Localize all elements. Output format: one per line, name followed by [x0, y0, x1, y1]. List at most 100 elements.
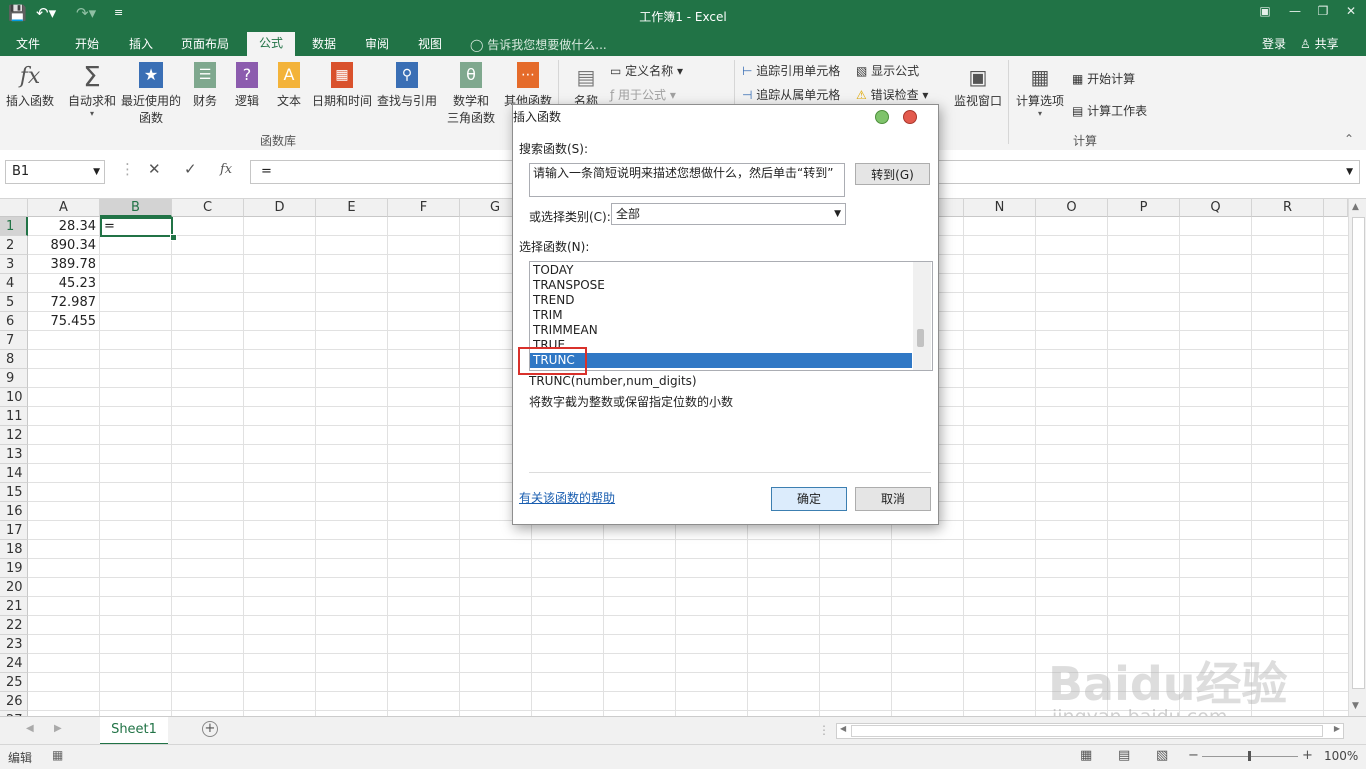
datetime-button[interactable]: ▦ 日期和时间: [311, 62, 373, 109]
row-header[interactable]: 1: [0, 217, 28, 236]
row-header[interactable]: 15: [0, 483, 28, 502]
tell-me-box[interactable]: ◯ 告诉我您想要做什么...: [470, 36, 607, 53]
insert-function-button[interactable]: fx 插入函数: [4, 62, 56, 109]
column-header-b[interactable]: B: [100, 199, 172, 217]
cell-a4[interactable]: 45.23: [28, 274, 98, 293]
horizontal-scrollbar[interactable]: ◀ ▶: [836, 723, 1344, 739]
tab-splitter[interactable]: ⋮: [818, 723, 830, 737]
column-header-f[interactable]: F: [388, 199, 460, 217]
row-header[interactable]: 10: [0, 388, 28, 407]
watch-window-button[interactable]: ▣ 监视窗口: [952, 62, 1004, 109]
calc-options-button[interactable]: ▦ 计算选项 ▾: [1014, 62, 1066, 118]
row-header[interactable]: 19: [0, 559, 28, 578]
category-select[interactable]: 全部 ▼: [611, 203, 846, 225]
trace-precedents-button[interactable]: ⊢ 追踪引用单元格: [742, 62, 840, 79]
lookup-button[interactable]: ⚲ 查找与引用: [376, 62, 438, 109]
macro-record-icon[interactable]: ▦: [52, 748, 63, 762]
collapse-ribbon-icon[interactable]: ⌃: [1344, 132, 1354, 146]
scroll-right-icon[interactable]: ▶: [1334, 724, 1340, 733]
scroll-up-icon[interactable]: ▲: [1352, 202, 1359, 212]
zoom-level[interactable]: 100%: [1324, 749, 1358, 763]
next-sheet-icon[interactable]: ▶: [54, 723, 62, 734]
prev-sheet-icon[interactable]: ◀: [26, 723, 34, 734]
tab-home[interactable]: 开始: [75, 35, 99, 52]
row-header[interactable]: 4: [0, 274, 28, 293]
name-manager-button[interactable]: ▤ 名称: [566, 62, 606, 109]
row-header[interactable]: 26: [0, 692, 28, 711]
cancel-button[interactable]: 取消: [855, 487, 931, 511]
autosum-button[interactable]: Σ 自动求和 ▾: [66, 62, 118, 119]
confirm-entry-icon[interactable]: ✓: [184, 160, 197, 178]
ok-button[interactable]: 确定: [771, 487, 847, 511]
function-item[interactable]: TREND: [533, 293, 574, 308]
add-sheet-icon[interactable]: +: [202, 721, 218, 737]
row-header[interactable]: 14: [0, 464, 28, 483]
share-button[interactable]: ♙ 共享: [1300, 35, 1339, 52]
login-link[interactable]: 登录: [1262, 35, 1286, 52]
fx-icon[interactable]: fx: [220, 162, 232, 177]
hscroll-thumb[interactable]: [851, 725, 1323, 737]
normal-view-icon[interactable]: ▦: [1080, 748, 1092, 763]
column-header-p[interactable]: P: [1108, 199, 1180, 217]
financial-button[interactable]: ☰ 财务: [189, 62, 221, 109]
column-header-a[interactable]: A: [28, 199, 100, 217]
function-list[interactable]: TODAY TRANSPOSE TREND TRIM TRIMMEAN TRUE…: [529, 261, 933, 371]
tab-formulas[interactable]: 公式: [247, 32, 296, 56]
row-header[interactable]: 12: [0, 426, 28, 445]
text-button[interactable]: A 文本: [273, 62, 305, 109]
tab-data[interactable]: 数据: [312, 35, 336, 52]
zoom-in-icon[interactable]: +: [1302, 748, 1313, 763]
close-icon[interactable]: ✕: [1340, 4, 1362, 22]
column-header-n[interactable]: N: [964, 199, 1036, 217]
cell-a5[interactable]: 72.987: [28, 293, 98, 312]
fill-handle[interactable]: [170, 234, 177, 241]
zoom-out-icon[interactable]: −: [1188, 748, 1199, 763]
function-help-link[interactable]: 有关该函数的帮助: [519, 489, 615, 506]
row-header[interactable]: 2: [0, 236, 28, 255]
column-header-c[interactable]: C: [172, 199, 244, 217]
more-functions-button[interactable]: ⋯ 其他函数: [503, 62, 553, 109]
logical-button[interactable]: ? 逻辑: [231, 62, 263, 109]
define-name-button[interactable]: ▭ 定义名称 ▾: [610, 62, 683, 79]
minimize-icon[interactable]: —: [1284, 4, 1306, 22]
row-header[interactable]: 8: [0, 350, 28, 369]
calc-sheet-button[interactable]: ▤ 计算工作表: [1072, 102, 1147, 119]
row-header[interactable]: 20: [0, 578, 28, 597]
go-button[interactable]: 转到(G): [855, 163, 930, 185]
row-header[interactable]: 25: [0, 673, 28, 692]
column-header-d[interactable]: D: [244, 199, 316, 217]
tab-review[interactable]: 审阅: [365, 35, 389, 52]
cell-b1-active[interactable]: =: [100, 217, 173, 237]
tab-page-layout[interactable]: 页面布局: [181, 35, 229, 52]
function-list-scrollbar[interactable]: [913, 262, 931, 370]
cell-a6[interactable]: 75.455: [28, 312, 98, 331]
row-header[interactable]: 6: [0, 312, 28, 331]
row-header[interactable]: 21: [0, 597, 28, 616]
show-formulas-button[interactable]: ▧ 显示公式: [856, 62, 919, 79]
function-list-scroll-thumb[interactable]: [917, 329, 924, 347]
tab-insert[interactable]: 插入: [129, 35, 153, 52]
row-header[interactable]: 3: [0, 255, 28, 274]
page-layout-view-icon[interactable]: ▤: [1118, 748, 1130, 763]
trace-dependents-button[interactable]: ⊣ 追踪从属单元格: [742, 86, 840, 103]
select-all-corner[interactable]: [0, 199, 28, 217]
row-header[interactable]: 11: [0, 407, 28, 426]
column-header-e[interactable]: E: [316, 199, 388, 217]
cancel-entry-icon[interactable]: ✕: [148, 160, 161, 178]
function-item[interactable]: TRIMMEAN: [533, 323, 598, 338]
error-check-button[interactable]: ⚠ 错误检查 ▾: [856, 86, 928, 103]
math-trig-button[interactable]: θ 数学和 三角函数: [441, 62, 501, 126]
name-box[interactable]: B1 ▼: [5, 160, 105, 184]
selected-function-row[interactable]: TRUNC: [530, 353, 912, 368]
column-header-r[interactable]: R: [1252, 199, 1324, 217]
use-in-formula-button[interactable]: ƒ 用于公式 ▾: [610, 86, 676, 103]
page-break-view-icon[interactable]: ▧: [1156, 748, 1168, 763]
column-header-q[interactable]: Q: [1180, 199, 1252, 217]
calc-now-button[interactable]: ▦ 开始计算: [1072, 70, 1135, 87]
scroll-down-icon[interactable]: ▼: [1352, 701, 1359, 711]
ribbon-display-icon[interactable]: ▣: [1254, 4, 1276, 22]
expand-formula-icon[interactable]: ▼: [1346, 161, 1353, 183]
scroll-left-icon[interactable]: ◀: [840, 724, 846, 733]
function-item[interactable]: TRANSPOSE: [533, 278, 605, 293]
row-header[interactable]: 24: [0, 654, 28, 673]
